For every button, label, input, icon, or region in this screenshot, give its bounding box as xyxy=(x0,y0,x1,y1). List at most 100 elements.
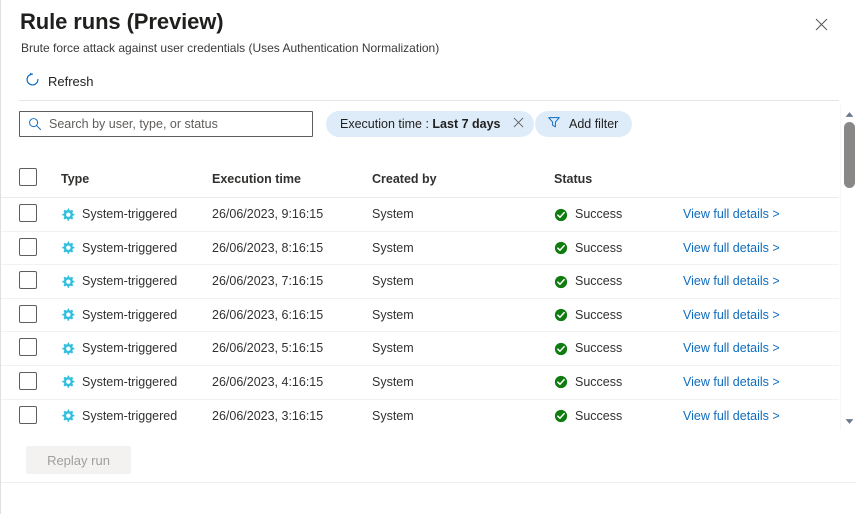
view-full-details-link[interactable]: View full details > xyxy=(683,408,780,425)
checkbox-box[interactable] xyxy=(19,237,37,256)
cell-execution-time: 26/06/2023, 5:16:15 xyxy=(212,341,324,356)
cell-type-label: System-triggered xyxy=(82,207,178,221)
panel-footer: Replay run xyxy=(1,430,856,514)
status-badge: Success xyxy=(575,274,623,289)
add-filter-button[interactable]: Add filter xyxy=(535,111,633,137)
status-badge: Success xyxy=(575,240,623,255)
view-full-details-link[interactable]: View full details > xyxy=(683,273,780,290)
table-header-row: Type Execution time Created by Status xyxy=(1,161,839,198)
filter-pill-label: Execution time : Last 7 days xyxy=(340,117,501,131)
filter-pill-value: Last 7 days xyxy=(432,117,501,131)
vertical-scrollbar[interactable] xyxy=(840,104,856,430)
column-header-created-by[interactable]: Created by xyxy=(372,172,437,186)
view-full-details-link[interactable]: View full details > xyxy=(683,340,780,357)
row-checkbox[interactable] xyxy=(19,237,37,256)
chevron-down-icon xyxy=(845,412,854,430)
column-header-execution-time[interactable]: Execution time xyxy=(212,172,301,186)
close-icon xyxy=(815,18,828,31)
cell-type: System-triggered xyxy=(61,374,177,391)
refresh-button[interactable]: Refresh xyxy=(25,68,100,96)
status-badge: Success xyxy=(575,307,623,322)
table-row[interactable]: System-triggered 26/06/2023, 4:16:15 Syste… xyxy=(1,366,839,400)
panel-header: Rule runs (Preview) Brute force attack a… xyxy=(1,0,856,62)
scroll-up-button[interactable] xyxy=(841,106,856,121)
scroll-down-button[interactable] xyxy=(841,413,856,428)
scrollbar-thumb[interactable] xyxy=(844,122,855,188)
gear-icon xyxy=(61,208,75,222)
status-badge: Success xyxy=(575,374,623,389)
view-full-details-link[interactable]: View full details > xyxy=(683,307,780,324)
cell-execution-time: 26/06/2023, 3:16:15 xyxy=(212,408,324,423)
row-checkbox[interactable] xyxy=(19,304,37,323)
row-checkbox[interactable] xyxy=(19,271,37,290)
command-bar: Refresh xyxy=(1,68,856,98)
checkbox-box[interactable] xyxy=(19,338,37,357)
checkbox-box[interactable] xyxy=(19,204,37,222)
filter-icon xyxy=(547,115,561,134)
success-icon xyxy=(554,275,568,289)
filter-pill-execution-time[interactable]: Execution time : Last 7 days xyxy=(326,111,534,137)
column-header-status[interactable]: Status xyxy=(554,172,592,186)
search-box[interactable] xyxy=(19,111,313,137)
table-body: System-triggered 26/06/2023, 9:16:15 Syste… xyxy=(1,198,839,434)
cell-status: Success xyxy=(554,307,622,324)
chevron-up-icon xyxy=(845,105,854,123)
cell-type-label: System-triggered xyxy=(82,240,178,255)
table-row[interactable]: System-triggered 26/06/2023, 3:16:15 Syste… xyxy=(1,400,839,434)
rule-runs-panel: Rule runs (Preview) Brute force attack a… xyxy=(0,0,856,514)
gear-icon xyxy=(61,241,75,255)
footer-divider xyxy=(1,482,856,483)
cell-type-label: System-triggered xyxy=(82,408,178,423)
checkbox-box[interactable] xyxy=(19,304,37,323)
cell-created-by: System xyxy=(372,240,414,255)
cell-execution-time: 26/06/2023, 8:16:15 xyxy=(212,240,324,255)
cell-type: System-triggered xyxy=(61,240,177,257)
cell-execution-time: 26/06/2023, 4:16:15 xyxy=(212,374,324,389)
success-icon xyxy=(554,308,568,322)
cell-status: Success xyxy=(554,240,622,257)
gear-icon xyxy=(61,275,75,289)
status-badge: Success xyxy=(575,341,623,356)
rule-runs-table: Type Execution time Created by Status Sy… xyxy=(1,161,839,434)
search-input[interactable] xyxy=(49,117,289,131)
cell-status: Success xyxy=(554,374,622,391)
replay-run-button[interactable]: Replay run xyxy=(26,446,131,474)
column-header-type[interactable]: Type xyxy=(61,172,89,186)
row-checkbox[interactable] xyxy=(19,405,37,424)
cell-type-label: System-triggered xyxy=(82,307,178,322)
checkbox-box[interactable] xyxy=(19,271,37,290)
checkbox-box[interactable] xyxy=(19,371,37,390)
success-icon xyxy=(554,208,568,222)
view-full-details-link[interactable]: View full details > xyxy=(683,240,780,257)
gear-icon xyxy=(61,342,75,356)
cell-created-by: System xyxy=(372,307,414,322)
row-checkbox[interactable] xyxy=(19,204,37,222)
table-row[interactable]: System-triggered 26/06/2023, 7:16:15 Syste… xyxy=(1,265,839,299)
table-row[interactable]: System-triggered 26/06/2023, 5:16:15 Syste… xyxy=(1,332,839,366)
refresh-icon xyxy=(25,72,40,92)
filter-row: Execution time : Last 7 days Add filter xyxy=(1,111,856,139)
success-icon xyxy=(554,342,568,356)
view-full-details-link[interactable]: View full details > xyxy=(683,206,780,223)
row-checkbox[interactable] xyxy=(19,371,37,390)
checkbox-box[interactable] xyxy=(19,168,37,186)
table-row[interactable]: System-triggered 26/06/2023, 8:16:15 Syste… xyxy=(1,232,839,266)
cell-created-by: System xyxy=(372,374,414,389)
cell-execution-time: 26/06/2023, 6:16:15 xyxy=(212,307,324,322)
cell-type-label: System-triggered xyxy=(82,274,178,289)
search-icon xyxy=(28,117,42,131)
cell-status: Success xyxy=(554,273,622,290)
gear-icon xyxy=(61,375,75,389)
cell-created-by: System xyxy=(372,408,414,423)
close-button[interactable] xyxy=(807,10,835,38)
view-full-details-link[interactable]: View full details > xyxy=(683,374,780,391)
status-badge: Success xyxy=(575,207,623,221)
table-row[interactable]: System-triggered 26/06/2023, 9:16:15 Syste… xyxy=(1,198,839,232)
cell-status: Success xyxy=(554,206,622,223)
status-badge: Success xyxy=(575,408,623,423)
table-row[interactable]: System-triggered 26/06/2023, 6:16:15 Syste… xyxy=(1,299,839,333)
checkbox-box[interactable] xyxy=(19,405,37,424)
filter-pill-remove-button[interactable] xyxy=(510,115,528,133)
row-checkbox[interactable] xyxy=(19,338,37,357)
select-all-checkbox[interactable] xyxy=(19,168,37,186)
